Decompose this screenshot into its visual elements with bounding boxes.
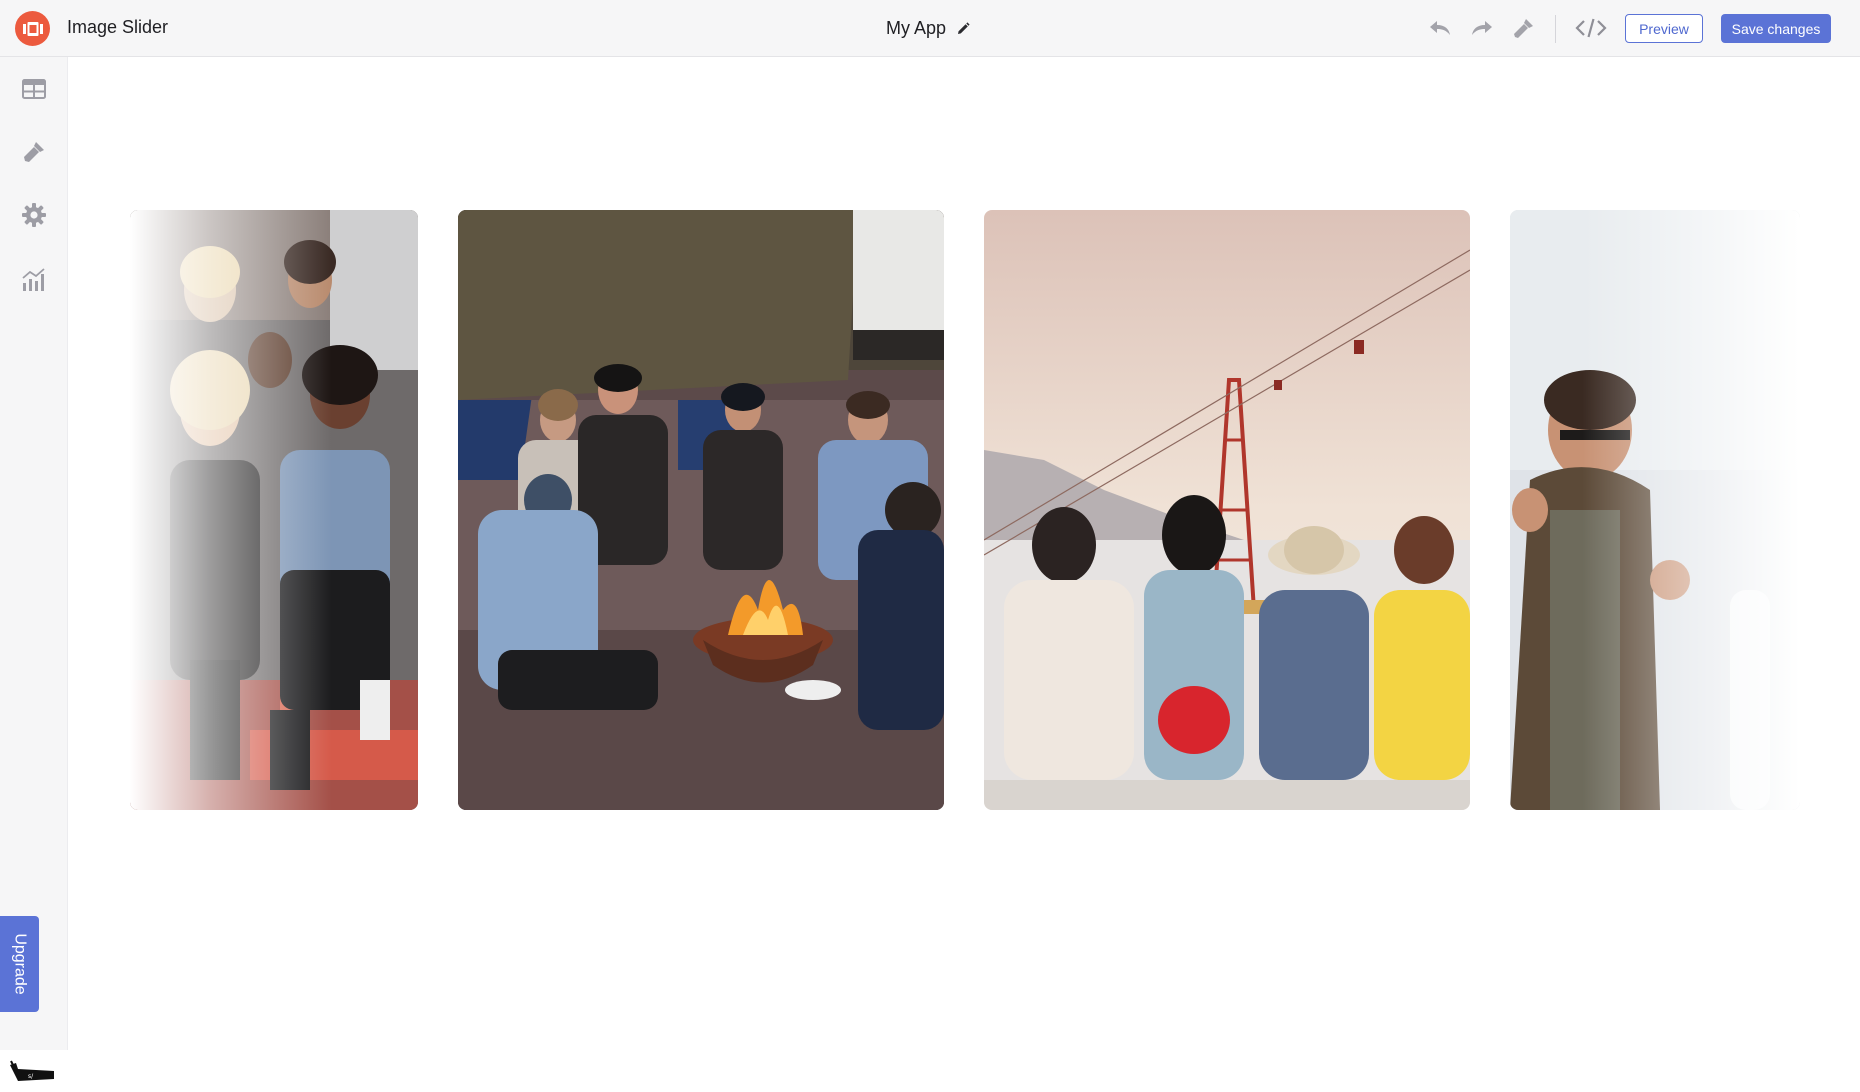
upgrade-button[interactable]: Upgrade xyxy=(0,916,39,1012)
friends-on-stairs-image xyxy=(130,210,418,810)
brand-logo: s/ xyxy=(8,1057,56,1087)
preview-button[interactable]: Preview xyxy=(1625,14,1703,43)
slide-image-3[interactable] xyxy=(984,210,1470,810)
gear-icon[interactable] xyxy=(19,200,49,230)
brush-tool-icon[interactable] xyxy=(1510,14,1538,42)
sidebar: Upgrade s/ xyxy=(0,57,68,1081)
slide-image-4[interactable] xyxy=(1510,210,1800,810)
slide-image-1[interactable] xyxy=(130,210,418,810)
friends-cable-car-image xyxy=(984,210,1470,810)
code-icon[interactable] xyxy=(1574,14,1608,42)
save-changes-button[interactable]: Save changes xyxy=(1721,14,1831,43)
pencil-icon[interactable] xyxy=(956,21,970,36)
project-title-area[interactable]: My App xyxy=(886,18,970,39)
slider-logo-icon xyxy=(22,21,43,36)
redo-icon[interactable] xyxy=(1468,14,1496,42)
campfire-friends-image xyxy=(458,210,944,810)
app-name: Image Slider xyxy=(67,17,169,37)
upgrade-label: Upgrade xyxy=(11,933,29,995)
top-bar: Image Slider My App Preview Save changes xyxy=(0,0,1860,57)
project-title[interactable]: My App xyxy=(886,18,946,39)
slide-image-2[interactable] xyxy=(458,210,944,810)
app-logo[interactable] xyxy=(15,11,50,46)
laughing-man-image xyxy=(1510,210,1800,810)
brush-icon[interactable] xyxy=(19,137,49,167)
layout-table-icon[interactable] xyxy=(19,74,49,104)
analytics-icon[interactable] xyxy=(19,264,49,294)
undo-icon[interactable] xyxy=(1426,14,1454,42)
toolbar-divider xyxy=(1555,15,1556,43)
